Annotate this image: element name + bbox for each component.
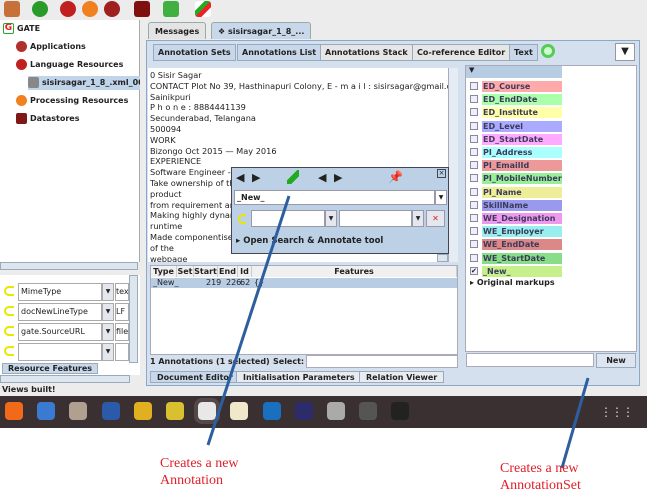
arrow-new-annotation-set (560, 377, 590, 469)
callout-new-annotation-set: Creates a new AnnotationSet (500, 461, 581, 493)
arrow-new-annotation (206, 195, 291, 446)
callout-arrows (206, 195, 590, 469)
callout-new-annotation: Creates a new Annotation (160, 456, 239, 488)
